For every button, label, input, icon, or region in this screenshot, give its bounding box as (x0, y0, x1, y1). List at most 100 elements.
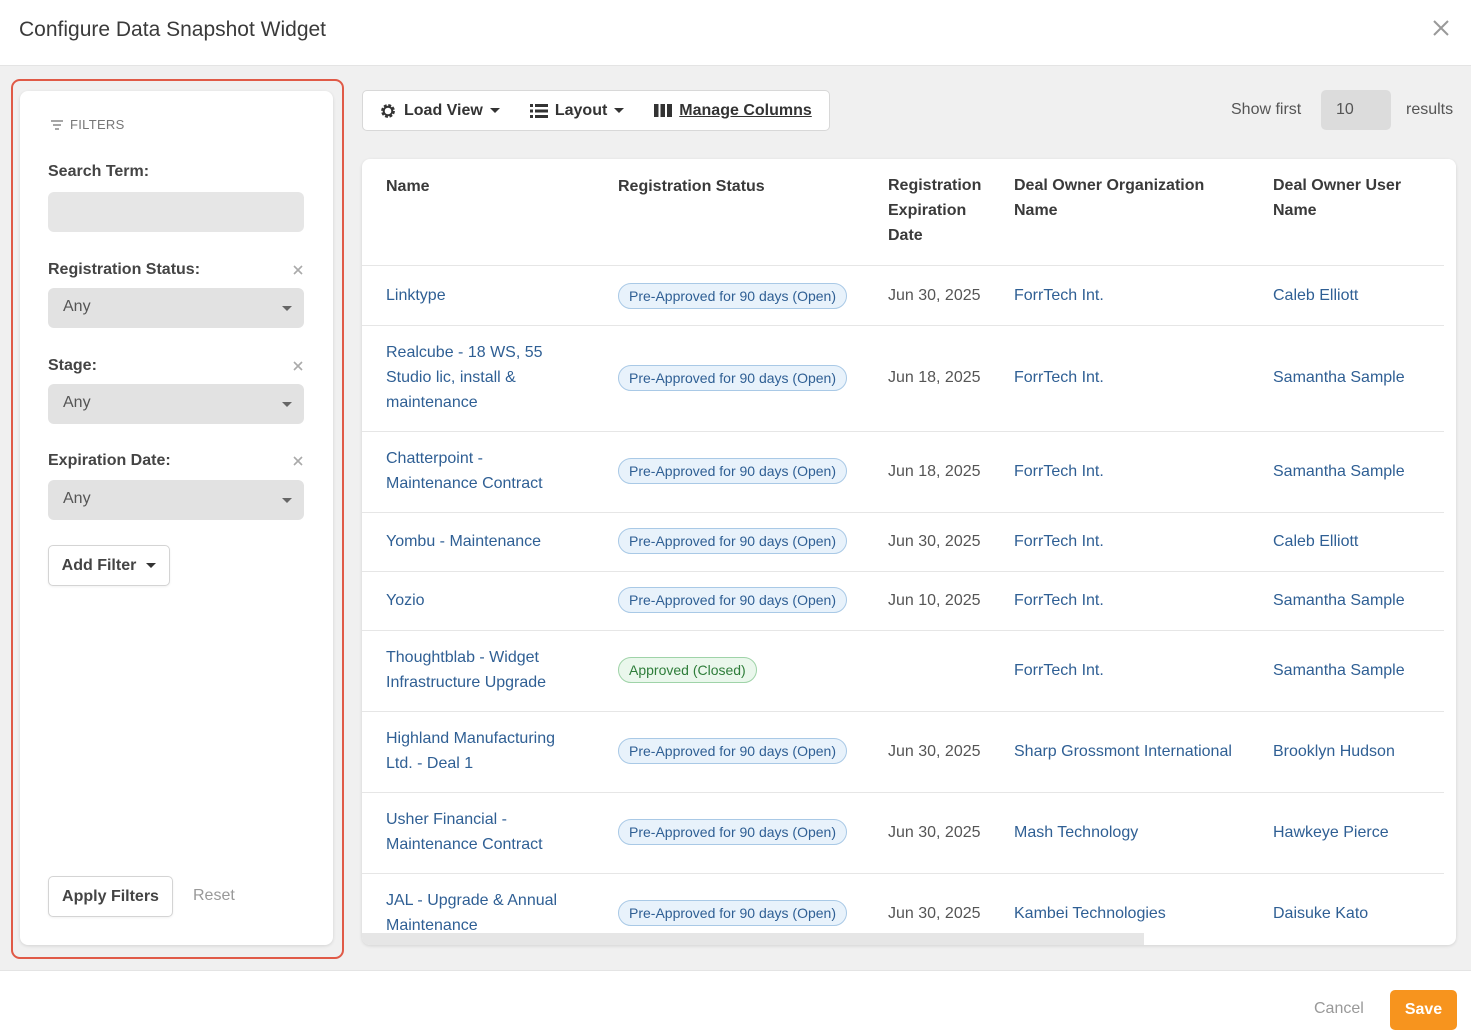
deal-owner-user[interactable]: Samantha Sample (1273, 658, 1405, 683)
deal-owner-user[interactable]: Daisuke Kato (1273, 901, 1368, 926)
column-header-registration-status[interactable]: Registration Status (618, 174, 765, 199)
expiration-date: Jun 10, 2025 (888, 592, 981, 609)
table-row[interactable]: Yombu - Maintenance Pre-Approved for 90 … (362, 512, 1444, 571)
status-badge: Pre-Approved for 90 days (Open) (618, 738, 847, 764)
save-label: Save (1404, 1001, 1443, 1018)
name-line: Ltd. - Deal 1 (386, 755, 474, 772)
status-badge: Pre-Approved for 90 days (Open) (618, 900, 847, 926)
apply-filters-label: Apply Filters (62, 887, 159, 905)
close-icon[interactable] (1429, 16, 1453, 40)
expiration-date: Jun 18, 2025 (888, 463, 981, 480)
expiration-date-select[interactable]: Any (48, 480, 304, 520)
name-line: JAL - Upgrade & Annual (386, 892, 558, 909)
clear-registration-status-icon[interactable] (291, 263, 305, 277)
row-name[interactable]: Realcube - 18 WS, 55 Studio lic, install… (386, 340, 543, 415)
apply-filters-button[interactable]: Apply Filters (48, 876, 173, 917)
deal-owner-org[interactable]: ForrTech Int. (1014, 459, 1104, 484)
show-first-label: Show first (1231, 101, 1302, 118)
row-name[interactable]: Thoughtblab - Widget Infrastructure Upgr… (386, 645, 546, 695)
deal-owner-user[interactable]: Brooklyn Hudson (1273, 739, 1395, 764)
load-view-button[interactable]: Load View (379, 102, 500, 120)
deal-owner-org[interactable]: ForrTech Int. (1014, 529, 1104, 554)
table-toolbar: Load View Layout Manage Columns (362, 90, 830, 131)
row-name[interactable]: Chatterpoint - Maintenance Contract (386, 446, 543, 496)
name-line: Yozio (386, 592, 425, 609)
results-count-input[interactable]: 10 (1321, 90, 1391, 130)
name-line: Chatterpoint - (386, 450, 483, 467)
table-row[interactable]: Chatterpoint - Maintenance Contract Pre-… (362, 431, 1444, 512)
reset-button[interactable]: Reset (193, 887, 235, 905)
modal-header: Configure Data Snapshot Widget (0, 0, 1471, 66)
search-term-input[interactable] (48, 192, 304, 232)
deal-owner-org[interactable]: ForrTech Int. (1014, 658, 1104, 683)
filters-heading-label: FILTERS (70, 117, 125, 132)
add-filter-label: Add Filter (61, 556, 137, 574)
expiration-date: Jun 30, 2025 (888, 287, 981, 304)
deal-owner-org[interactable]: Kambei Technologies (1014, 901, 1166, 926)
column-header-expiration-date[interactable]: Registration Expiration Date (888, 173, 981, 248)
row-name[interactable]: Yombu - Maintenance (386, 529, 541, 554)
deal-owner-user[interactable]: Samantha Sample (1273, 365, 1405, 390)
manage-columns-label: Manage Columns (679, 101, 812, 119)
name-line: maintenance (386, 394, 478, 411)
add-filter-button[interactable]: Add Filter (48, 545, 170, 586)
header-line: Name (1014, 202, 1058, 219)
status-badge: Pre-Approved for 90 days (Open) (618, 528, 847, 554)
clear-stage-icon[interactable] (291, 359, 305, 373)
deal-owner-org[interactable]: Sharp Grossmont International (1014, 739, 1232, 764)
layout-button[interactable]: Layout (529, 102, 625, 120)
table-row[interactable]: Realcube - 18 WS, 55 Studio lic, install… (362, 325, 1444, 431)
vertical-scrollbar[interactable] (1444, 159, 1456, 859)
stage-select[interactable]: Any (48, 384, 304, 424)
filter-icon (51, 119, 63, 130)
deal-owner-user[interactable]: Caleb Elliott (1273, 529, 1358, 554)
gear-icon (381, 103, 395, 118)
table-row[interactable]: Thoughtblab - Widget Infrastructure Upgr… (362, 630, 1444, 711)
expiration-date: Jun 18, 2025 (888, 369, 981, 386)
deal-owner-org[interactable]: ForrTech Int. (1014, 365, 1104, 390)
cancel-button[interactable]: Cancel (1314, 1000, 1364, 1018)
save-button[interactable]: Save (1390, 990, 1457, 1030)
table-row[interactable]: Linktype Pre-Approved for 90 days (Open)… (362, 265, 1444, 325)
deal-owner-user[interactable]: Samantha Sample (1273, 459, 1405, 484)
table-row[interactable]: Highland Manufacturing Ltd. - Deal 1 Pre… (362, 711, 1444, 792)
row-name[interactable]: JAL - Upgrade & Annual Maintenance (386, 888, 557, 933)
deal-owner-org[interactable]: ForrTech Int. (1014, 588, 1104, 613)
table-row[interactable]: Usher Financial - Maintenance Contract P… (362, 792, 1444, 873)
deal-owner-org[interactable]: ForrTech Int. (1014, 283, 1104, 308)
expiration-date: Jun 30, 2025 (888, 905, 981, 922)
registration-status-select[interactable]: Any (48, 288, 304, 328)
name-line: Highland Manufacturing (386, 730, 555, 747)
clear-expiration-date-icon[interactable] (291, 454, 305, 468)
list-icon (529, 103, 548, 118)
expiration-date-value: Any (63, 490, 91, 507)
header-line: Date (888, 227, 923, 244)
header-line: Expiration (888, 202, 967, 219)
manage-columns-button[interactable]: Manage Columns (654, 101, 812, 120)
column-header-deal-owner-org[interactable]: Deal Owner Organization Name (1014, 173, 1204, 223)
row-name[interactable]: Yozio (386, 588, 425, 613)
chevron-down-icon (282, 498, 292, 503)
chevron-down-icon (282, 402, 292, 407)
deal-owner-user[interactable]: Hawkeye Pierce (1273, 820, 1389, 845)
row-name[interactable]: Linktype (386, 283, 446, 308)
column-header-deal-owner-user[interactable]: Deal Owner User Name (1273, 173, 1401, 223)
column-header-name[interactable]: Name (386, 174, 430, 199)
row-name[interactable]: Highland Manufacturing Ltd. - Deal 1 (386, 726, 555, 776)
horizontal-scrollbar[interactable] (362, 933, 1144, 945)
row-name[interactable]: Usher Financial - Maintenance Contract (386, 807, 543, 857)
name-line: Usher Financial - (386, 811, 507, 828)
table-viewport: Name Registration Status Registration Ex… (362, 159, 1444, 933)
modal-footer: Cancel Save (0, 970, 1471, 1036)
expiration-date: Jun 30, 2025 (888, 743, 981, 760)
deal-owner-user[interactable]: Samantha Sample (1273, 588, 1405, 613)
name-line: Realcube - 18 WS, 55 (386, 344, 543, 361)
registration-status-value: Any (63, 298, 91, 315)
deal-owner-user[interactable]: Caleb Elliott (1273, 283, 1358, 308)
table-row[interactable]: JAL - Upgrade & Annual Maintenance Pre-A… (362, 873, 1444, 933)
table-row[interactable]: Yozio Pre-Approved for 90 days (Open) Ju… (362, 571, 1444, 630)
deal-owner-org[interactable]: Mash Technology (1014, 820, 1138, 845)
expiration-date: Jun 30, 2025 (888, 824, 981, 841)
status-badge: Pre-Approved for 90 days (Open) (618, 587, 847, 613)
name-line: Yombu - Maintenance (386, 533, 542, 550)
